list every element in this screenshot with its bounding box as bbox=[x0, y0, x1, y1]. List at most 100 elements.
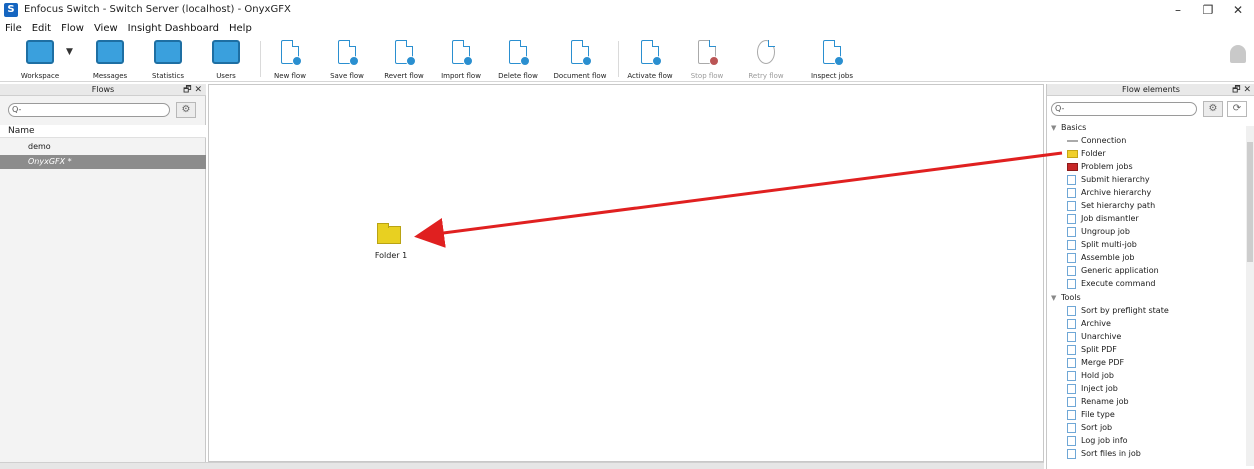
element-label: Execute command bbox=[1081, 279, 1156, 288]
element-log-job-info[interactable]: Log job info bbox=[1065, 434, 1245, 447]
element-file-type[interactable]: File type bbox=[1065, 408, 1245, 421]
element-connection[interactable]: Connection bbox=[1065, 134, 1245, 147]
folder-label: Folder 1 bbox=[374, 251, 408, 260]
restore-button[interactable]: ❐ bbox=[1193, 2, 1223, 19]
element-generic-application[interactable]: Generic application bbox=[1065, 264, 1245, 277]
menu-edit[interactable]: Edit bbox=[27, 21, 56, 36]
section-basics[interactable]: ▼ Basics bbox=[1047, 122, 1247, 134]
statistics-label: Statistics bbox=[152, 72, 184, 80]
flows-panel-header: Flows 🗗 ✕ bbox=[0, 84, 206, 96]
gear-icon[interactable]: ⚙ bbox=[1203, 101, 1223, 117]
save-flow-label: Save flow bbox=[330, 72, 364, 80]
element-assemble-job[interactable]: Assemble job bbox=[1065, 251, 1245, 264]
element-sort-files-in-job[interactable]: Sort files in job bbox=[1065, 447, 1245, 460]
element-hold-job[interactable]: Hold job bbox=[1065, 369, 1245, 382]
document-icon bbox=[1067, 279, 1076, 289]
minimize-button[interactable]: – bbox=[1163, 2, 1193, 19]
flows-panel-title: Flows bbox=[91, 85, 115, 94]
menu-flow[interactable]: Flow bbox=[56, 21, 89, 36]
chevron-down-icon: ▼ bbox=[1051, 294, 1057, 302]
flow-canvas[interactable]: Folder 1 bbox=[208, 84, 1044, 462]
element-execute-command[interactable]: Execute command bbox=[1065, 277, 1245, 290]
save-flow-button[interactable]: Save flow bbox=[319, 40, 375, 80]
elements-scrollbar[interactable] bbox=[1246, 126, 1254, 466]
folder-icon[interactable] bbox=[377, 223, 401, 244]
panel-float-close-icon[interactable]: 🗗 ✕ bbox=[1232, 84, 1251, 96]
element-sort-job[interactable]: Sort job bbox=[1065, 421, 1245, 434]
new-flow-label: New flow bbox=[274, 72, 306, 80]
element-label: Folder bbox=[1081, 149, 1106, 158]
element-label: File type bbox=[1081, 410, 1115, 419]
element-inject-job[interactable]: Inject job bbox=[1065, 382, 1245, 395]
bell-icon[interactable] bbox=[1230, 45, 1246, 63]
retry-flow-icon bbox=[757, 40, 775, 64]
element-label: Job dismantler bbox=[1081, 214, 1139, 223]
panel-float-close-icon[interactable]: 🗗 ✕ bbox=[183, 84, 202, 96]
flow-elements-header: Flow elements 🗗 ✕ bbox=[1047, 84, 1254, 96]
gear-icon[interactable]: ⚙ bbox=[176, 102, 196, 118]
connection-icon bbox=[1067, 140, 1078, 142]
element-set-hierarchy-path[interactable]: Set hierarchy path bbox=[1065, 199, 1245, 212]
new-flow-icon bbox=[281, 40, 302, 66]
problem-folder-icon bbox=[1067, 163, 1078, 171]
messages-label: Messages bbox=[92, 72, 128, 80]
app-icon: S bbox=[4, 3, 18, 17]
import-flow-icon bbox=[452, 40, 473, 66]
element-archive-hierarchy[interactable]: Archive hierarchy bbox=[1065, 186, 1245, 199]
element-submit-hierarchy[interactable]: Submit hierarchy bbox=[1065, 173, 1245, 186]
element-label: Archive bbox=[1081, 319, 1111, 328]
flows-search-input[interactable]: Q- bbox=[8, 103, 170, 117]
activate-flow-button[interactable]: Activate flow bbox=[622, 40, 678, 80]
new-flow-button[interactable]: New flow bbox=[262, 40, 318, 80]
element-split-pdf[interactable]: Split PDF bbox=[1065, 343, 1245, 356]
element-archive[interactable]: Archive bbox=[1065, 317, 1245, 330]
menu-view[interactable]: View bbox=[89, 21, 123, 36]
refresh-icon[interactable]: ⟳ bbox=[1227, 101, 1247, 117]
element-ungroup-job[interactable]: Ungroup job bbox=[1065, 225, 1245, 238]
menu-help[interactable]: Help bbox=[224, 21, 257, 36]
element-job-dismantler[interactable]: Job dismantler bbox=[1065, 212, 1245, 225]
section-tools[interactable]: ▼ Tools bbox=[1047, 292, 1247, 304]
element-label: Rename job bbox=[1081, 397, 1129, 406]
revert-flow-label: Revert flow bbox=[384, 72, 424, 80]
scrollbar-thumb[interactable] bbox=[1247, 142, 1253, 262]
element-label: Set hierarchy path bbox=[1081, 201, 1156, 210]
workspace-button[interactable]: Workspace bbox=[12, 40, 68, 80]
element-label: Connection bbox=[1081, 136, 1127, 145]
document-icon bbox=[1067, 240, 1076, 250]
statistics-button[interactable]: Statistics bbox=[140, 40, 196, 80]
menu-file[interactable]: File bbox=[0, 21, 27, 36]
save-flow-icon bbox=[338, 40, 359, 66]
statistics-icon bbox=[154, 40, 182, 64]
element-folder[interactable]: Folder bbox=[1065, 147, 1245, 160]
element-label: Hold job bbox=[1081, 371, 1114, 380]
stop-flow-button[interactable]: Stop flow bbox=[679, 40, 735, 80]
element-label: Merge PDF bbox=[1081, 358, 1125, 367]
document-flow-label: Document flow bbox=[553, 72, 607, 80]
element-label: Problem jobs bbox=[1081, 162, 1133, 171]
delete-flow-button[interactable]: Delete flow bbox=[490, 40, 546, 80]
elements-search-input[interactable]: Q- bbox=[1051, 102, 1197, 116]
element-split-multi-job[interactable]: Split multi-job bbox=[1065, 238, 1245, 251]
import-flow-button[interactable]: Import flow bbox=[433, 40, 489, 80]
users-button[interactable]: Users bbox=[198, 40, 254, 80]
retry-flow-button[interactable]: Retry flow bbox=[738, 40, 794, 80]
revert-flow-button[interactable]: Revert flow bbox=[376, 40, 432, 80]
close-button[interactable]: ✕ bbox=[1223, 2, 1253, 19]
element-unarchive[interactable]: Unarchive bbox=[1065, 330, 1245, 343]
document-flow-icon bbox=[571, 40, 592, 66]
users-label: Users bbox=[216, 72, 236, 80]
messages-button[interactable]: Messages bbox=[82, 40, 138, 80]
document-flow-button[interactable]: Document flow bbox=[552, 40, 608, 80]
chevron-down-icon[interactable]: ▼ bbox=[66, 47, 73, 57]
element-problem-jobs[interactable]: Problem jobs bbox=[1065, 160, 1245, 173]
element-sort-by-preflight-state[interactable]: Sort by preflight state bbox=[1065, 304, 1245, 317]
flow-item-onyxgfx[interactable]: OnyxGFX * bbox=[0, 155, 206, 169]
element-merge-pdf[interactable]: Merge PDF bbox=[1065, 356, 1245, 369]
name-column-header[interactable]: Name bbox=[0, 125, 206, 138]
inspect-jobs-button[interactable]: Inspect jobs bbox=[804, 40, 860, 80]
flow-elements-title: Flow elements bbox=[1122, 85, 1180, 94]
menu-insight-dashboard[interactable]: Insight Dashboard bbox=[123, 21, 224, 36]
flow-item-demo[interactable]: demo bbox=[0, 140, 206, 154]
element-rename-job[interactable]: Rename job bbox=[1065, 395, 1245, 408]
